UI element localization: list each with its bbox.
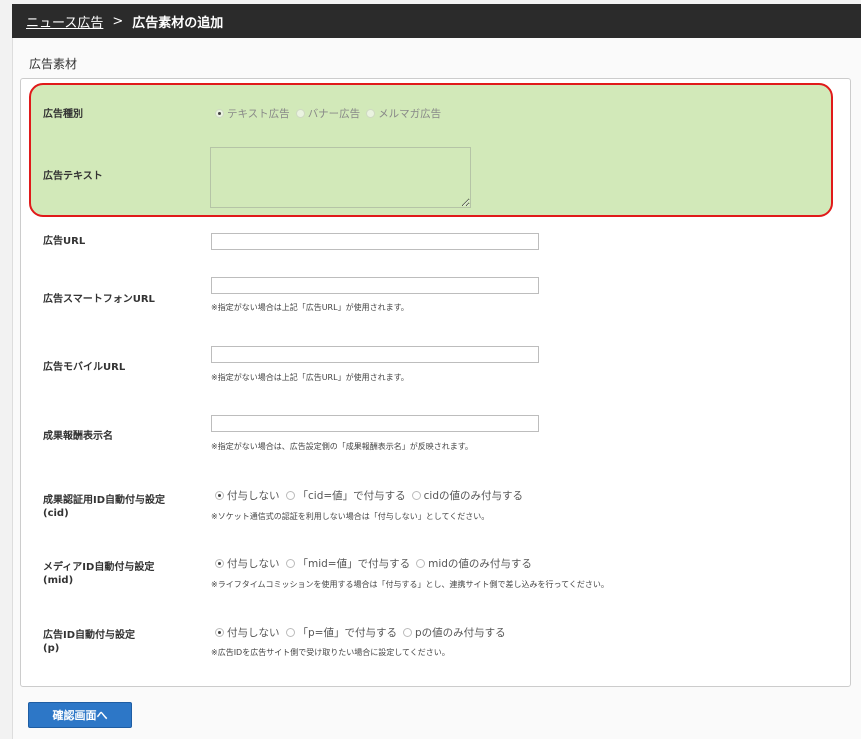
breadcrumb-current: 広告素材の追加 xyxy=(132,15,224,31)
radio-unchecked-icon xyxy=(366,109,376,118)
mid-option-none[interactable]: 付与しない xyxy=(215,556,280,571)
mid-setting-label: メディアID自動付与設定 (mid) xyxy=(43,562,155,586)
section-title: 広告素材 xyxy=(29,57,78,71)
breadcrumb-separator: > xyxy=(112,13,124,29)
p-setting-note: ※広告IDを広告サイト側で受け取りたい場合に設定してください。 xyxy=(211,648,450,657)
mobile-url-input[interactable] xyxy=(211,346,539,363)
smartphone-url-note: ※指定がない場合は上記「広告URL」が使用されます。 xyxy=(211,303,409,312)
radio-unchecked-icon xyxy=(416,559,426,568)
radio-checked-icon xyxy=(215,628,224,637)
confirm-button[interactable]: 確認画面へ xyxy=(28,702,132,728)
mid-setting-radio-group: 付与しない 「mid=値」で付与する midの値のみ付与する xyxy=(215,556,538,571)
ad-type-label: 広告種別 xyxy=(43,109,83,120)
radio-checked-icon xyxy=(215,109,224,118)
radio-checked-icon xyxy=(215,559,224,568)
ad-type-radio-group: テキスト広告 バナー広告 メルマガ広告 xyxy=(215,106,447,121)
header-bar: ニュース広告 > 広告素材の追加 xyxy=(12,4,861,38)
p-option-key-value[interactable]: 「p=値」で付与する xyxy=(285,625,397,640)
ad-type-option-mailmag[interactable]: メルマガ広告 xyxy=(366,106,441,121)
ad-type-option-banner[interactable]: バナー広告 xyxy=(295,106,360,121)
breadcrumb-parent-link[interactable]: ニュース広告 xyxy=(26,12,103,31)
reward-name-label: 成果報酬表示名 xyxy=(43,431,113,442)
reward-name-input[interactable] xyxy=(211,415,539,432)
radio-unchecked-icon xyxy=(295,109,305,118)
mid-setting-note: ※ライフタイムコミッションを使用する場合は「付与する」とし、連携サイト側で差し込… xyxy=(211,580,609,589)
ad-url-label: 広告URL xyxy=(43,236,86,247)
p-setting-radio-group: 付与しない 「p=値」で付与する pの値のみ付与する xyxy=(215,625,512,640)
reward-name-note: ※指定がない場合は、広告設定側の「成果報酬表示名」が反映されます。 xyxy=(211,442,473,451)
ad-text-label: 広告テキスト xyxy=(43,171,103,182)
cid-option-key-value[interactable]: 「cid=値」で付与する xyxy=(285,488,406,503)
radio-unchecked-icon xyxy=(285,559,295,568)
cid-setting-radio-group: 付与しない 「cid=値」で付与する cidの値のみ付与する xyxy=(215,488,529,503)
p-option-value-only[interactable]: pの値のみ付与する xyxy=(402,625,506,640)
smartphone-url-label: 広告スマートフォンURL xyxy=(43,294,155,305)
ad-text-textarea[interactable] xyxy=(210,147,471,208)
p-option-none[interactable]: 付与しない xyxy=(215,625,280,640)
radio-unchecked-icon xyxy=(285,628,295,637)
cid-setting-note: ※ソケット通信式の認証を利用しない場合は「付与しない」としてください。 xyxy=(211,512,490,521)
radio-unchecked-icon xyxy=(411,491,421,500)
ad-url-input[interactable] xyxy=(211,233,539,250)
smartphone-url-input[interactable] xyxy=(211,277,539,294)
mobile-url-note: ※指定がない場合は上記「広告URL」が使用されます。 xyxy=(211,373,409,382)
mobile-url-label: 広告モバイルURL xyxy=(43,362,126,373)
cid-setting-label: 成果認証用ID自動付与設定 (cid) xyxy=(43,495,166,519)
cid-option-value-only[interactable]: cidの値のみ付与する xyxy=(411,488,523,503)
radio-unchecked-icon xyxy=(402,628,412,637)
ad-type-option-text[interactable]: テキスト広告 xyxy=(215,106,290,121)
radio-checked-icon xyxy=(215,491,224,500)
cid-option-none[interactable]: 付与しない xyxy=(215,488,280,503)
p-setting-label: 広告ID自動付与設定 (p) xyxy=(43,630,136,654)
mid-option-key-value[interactable]: 「mid=値」で付与する xyxy=(285,556,410,571)
mid-option-value-only[interactable]: midの値のみ付与する xyxy=(416,556,532,571)
radio-unchecked-icon xyxy=(285,491,295,500)
